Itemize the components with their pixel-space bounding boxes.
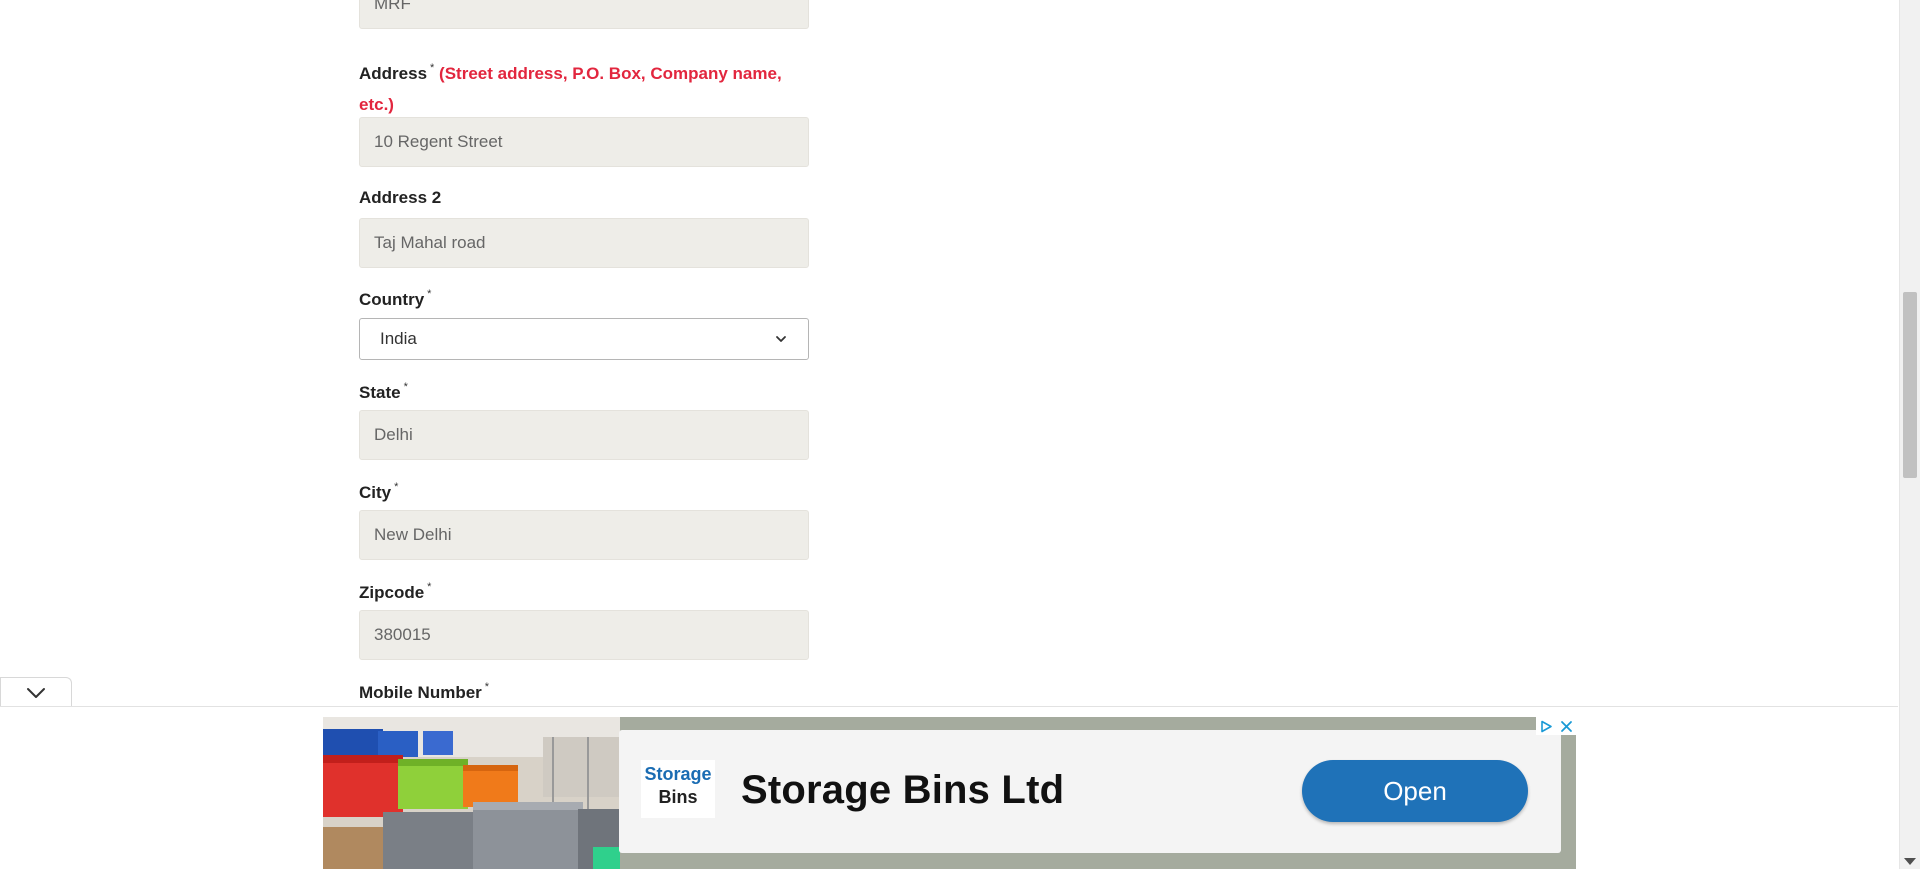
logo-text-line2: Bins — [658, 787, 698, 807]
zipcode-label-text: Zipcode — [359, 583, 425, 602]
address2-field[interactable]: Taj Mahal road — [359, 218, 809, 268]
state-label: State * — [359, 381, 408, 403]
scrollbar-thumb[interactable] — [1903, 292, 1917, 478]
address-label: Address * (Street address, P.O. Box, Comp… — [359, 53, 809, 120]
required-mark: * — [484, 681, 490, 693]
zipcode-field-value: 380015 — [374, 625, 431, 644]
address-field-value: 10 Regent Street — [374, 132, 503, 151]
country-select-value: India — [380, 329, 417, 348]
address-label-text: Address — [359, 64, 428, 83]
required-mark: * — [427, 581, 432, 593]
ad-controls — [1536, 717, 1576, 735]
state-field[interactable]: Delhi — [359, 410, 809, 460]
required-mark: * — [430, 62, 435, 74]
address2-label: Address 2 — [359, 188, 441, 208]
adchoices-icon[interactable] — [1540, 720, 1553, 733]
zipcode-field[interactable]: 380015 — [359, 610, 809, 660]
state-field-value: Delhi — [374, 425, 413, 444]
chevron-down-icon — [27, 688, 45, 698]
country-label: Country * — [359, 288, 431, 310]
zipcode-label: Zipcode * — [359, 581, 431, 603]
ad-banner[interactable]: Storage Bins Storage Bins Ltd Open — [323, 717, 1576, 869]
city-label: City * — [359, 481, 398, 503]
address-field[interactable]: 10 Regent Street — [359, 117, 809, 167]
address-hint: (Street address, P.O. Box, Company name, — [439, 64, 782, 83]
page: MRF Address * (Street address, P.O. Box, … — [0, 0, 1920, 869]
logo-text-line1: Storage — [644, 764, 712, 784]
address2-label-text: Address 2 — [359, 188, 442, 207]
address-hint-cont: etc.) — [359, 95, 394, 114]
ad-collapse-toggle[interactable] — [0, 677, 72, 708]
ad-title[interactable]: Storage Bins Ltd — [741, 768, 1064, 813]
required-mark: * — [427, 288, 432, 300]
ad-open-button[interactable]: Open — [1302, 760, 1528, 822]
page-scrollbar[interactable] — [1899, 0, 1920, 869]
chevron-down-icon — [776, 336, 786, 342]
mobile-label-text: Mobile Number — [359, 683, 482, 702]
country-label-text: Country — [359, 290, 425, 309]
company-field[interactable]: MRF — [359, 0, 809, 29]
city-field[interactable]: New Delhi — [359, 510, 809, 560]
city-field-value: New Delhi — [374, 525, 452, 544]
ad-card[interactable]: Storage Bins Storage Bins Ltd Open — [619, 730, 1561, 853]
address2-field-value: Taj Mahal road — [374, 233, 486, 252]
country-select[interactable]: India — [359, 318, 809, 360]
storage-bins-logo: Storage Bins — [641, 760, 715, 818]
storage-bins-photo — [323, 717, 620, 869]
mobile-label: Mobile Number * — [359, 681, 489, 703]
state-label-text: State — [359, 383, 401, 402]
company-field-value: MRF — [374, 0, 411, 13]
required-mark: * — [403, 381, 408, 393]
city-label-text: City — [359, 483, 392, 502]
required-mark: * — [394, 481, 399, 493]
scroll-down-arrow-icon[interactable] — [1904, 858, 1916, 865]
close-icon[interactable] — [1560, 720, 1573, 733]
